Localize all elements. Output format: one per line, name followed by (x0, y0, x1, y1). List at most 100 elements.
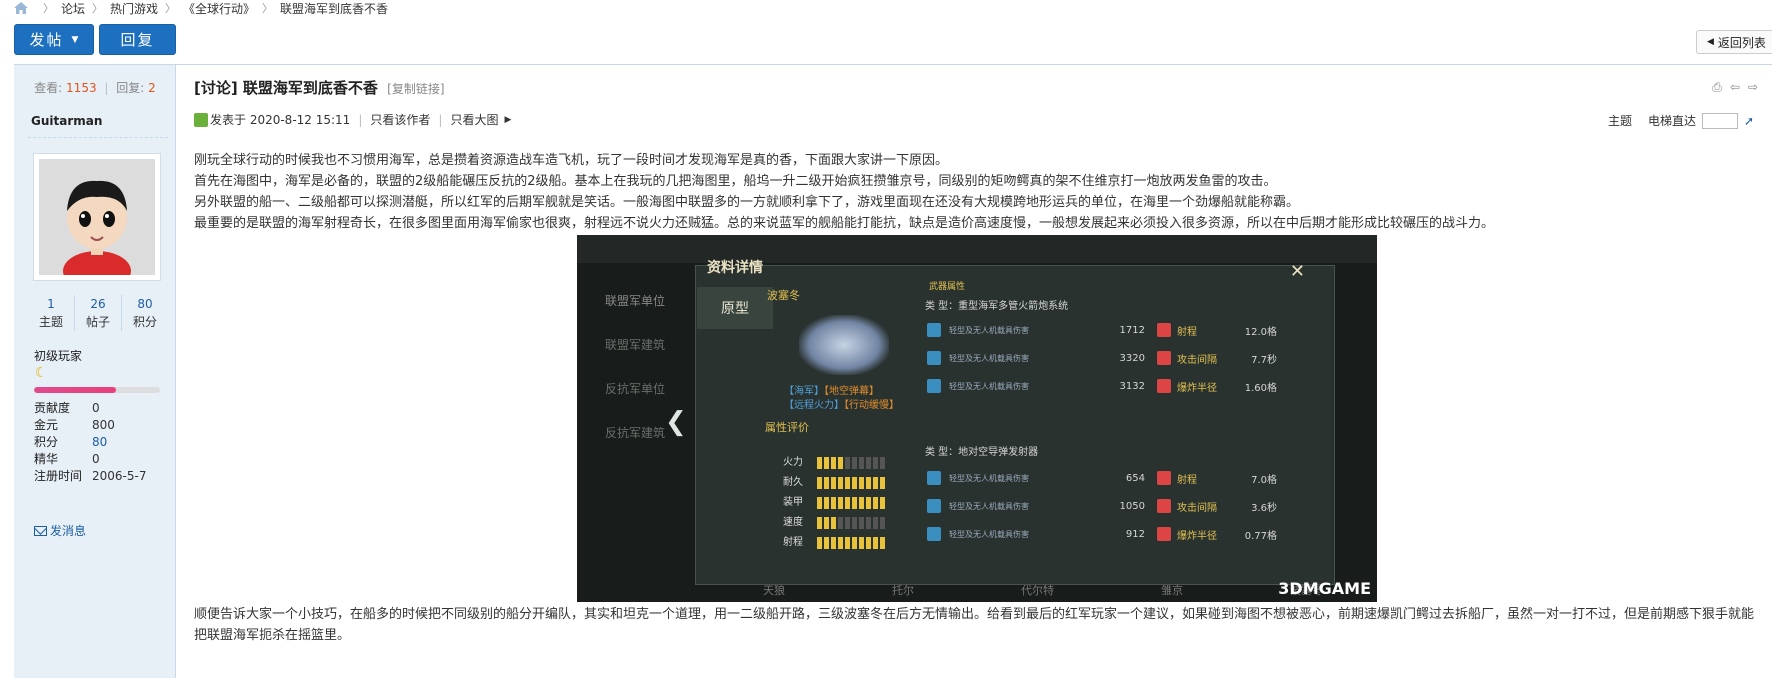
bar-segment (824, 477, 829, 489)
avatar[interactable] (33, 153, 161, 281)
copy-link[interactable]: [复制链接] (387, 82, 444, 96)
triangle-left-icon: ◀ (1707, 37, 1714, 47)
divider: | (358, 112, 363, 127)
bar-segment (817, 457, 822, 469)
elevator-label: 电梯直达 (1647, 114, 1696, 128)
damage-label: 轻型及无人机载具伤害 (949, 325, 1029, 335)
bar-segment (873, 537, 878, 549)
bar-segment (866, 457, 871, 469)
bar-segment (866, 537, 871, 549)
shield-icon (927, 527, 941, 541)
unit-tab: 代尔特 (1021, 584, 1054, 597)
stat-points[interactable]: 80 积分 (122, 295, 168, 331)
bar-segment (845, 537, 850, 549)
damage-value: 654 (1125, 472, 1145, 484)
chevron-right-icon: 〉 (43, 2, 54, 15)
unit-tabs: 天狼 托尔 代尔特 雏京 波塞冬 (763, 582, 1323, 598)
stat-label: 积分 (132, 315, 157, 329)
stat-value: 80 (137, 297, 153, 311)
stat-value: 3.6秒 (1251, 502, 1277, 514)
print-icon[interactable]: ⎙ (1712, 80, 1722, 95)
info-key: 金元 (34, 418, 59, 432)
breadcrumb-game[interactable]: 《全球行动》 (183, 0, 255, 17)
chevron-right-icon: 〉 (92, 2, 104, 15)
weapon-stat-row: 轻型及无人机载具伤害 654 射程 7.0格 (927, 467, 1277, 489)
breadcrumb-hot-games[interactable]: 热门游戏 (110, 0, 158, 17)
post-title-row: [讨论] 联盟海军到底香不香 [复制链接] (194, 77, 445, 98)
post-actions: ⎙ ⇦ ⇨ (1712, 80, 1758, 95)
weapon-stat-row: 轻型及无人机载具伤害 3132 爆炸半径 1.60格 (927, 375, 1277, 397)
send-message-link[interactable]: 发消息 (34, 522, 86, 539)
bar-segment (880, 537, 885, 549)
bar-segment (831, 477, 836, 489)
post-date: 发表于 2020-8-12 15:11 (210, 113, 351, 127)
bar-segment (831, 457, 836, 469)
attribute-name: 速度 (783, 517, 803, 528)
views-count: 1153 (66, 81, 97, 95)
shield-icon (927, 471, 941, 485)
screenshot-nav: 联盟军单位 联盟军建筑 反抗军单位 反抗军建筑 (605, 279, 665, 455)
stat-icon (1157, 499, 1171, 513)
bar-segment (873, 517, 878, 529)
info-key: 积分 (34, 435, 59, 449)
weapon-stat-row: 轻型及无人机载具伤害 1712 射程 12.0格 (927, 319, 1277, 341)
damage-label: 轻型及无人机载具伤害 (949, 353, 1029, 363)
info-row: 注册时间 2006-5-7 (34, 468, 146, 485)
info-row: 积分 80 (34, 434, 146, 451)
bar-segment (880, 497, 885, 509)
bar-segment (859, 457, 864, 469)
author-sidebar: 查看: 1153 | 回复: 2 Guitarman 1 主题 26 帖子 80… (14, 65, 176, 678)
bar-segment (859, 517, 864, 529)
post-paragraph: 首先在海图中，海军是必备的，联盟的2级船能碾压反抗的2级船。基本上在我玩的几把海… (194, 174, 1277, 189)
post-paragraph: 最重要的是联盟的海军射程奇长，在很多图里面用海军偷家也很爽，射程远不说火力还贼猛… (194, 216, 1495, 231)
bar-segment (838, 537, 843, 549)
bar-segment (845, 517, 850, 529)
prev-thread-icon[interactable]: ⇦ (1730, 80, 1740, 95)
next-thread-icon[interactable]: ⇨ (1748, 80, 1758, 95)
reply-button-label: 回复 (120, 31, 155, 49)
weapon-section-header: 武器属性 (929, 282, 966, 292)
bar-segment (880, 517, 885, 529)
only-images-link[interactable]: 只看大图 (450, 111, 498, 128)
breadcrumb-current: 联盟海军到底香不香 (280, 1, 389, 16)
nav-item: 联盟军单位 (605, 294, 666, 308)
back-to-list-label: 返回列表 (1717, 35, 1766, 50)
game-screenshot[interactable]: 联盟军单位 联盟军建筑 反抗军单位 反抗军建筑 资料详情 ✕ ❮ 原型 波塞冬 … (577, 235, 1377, 602)
stat-posts[interactable]: 26 帖子 (75, 295, 122, 331)
replies-count: 2 (148, 81, 156, 95)
chevron-left-icon: ❮ (665, 407, 687, 437)
post-button[interactable]: 发帖 ▼ (14, 24, 94, 55)
bar-segment (866, 497, 871, 509)
stat-threads[interactable]: 1 主题 (28, 295, 75, 331)
back-to-list-button[interactable]: ◀ 返回列表 (1696, 30, 1772, 54)
chevron-right-icon: 〉 (262, 2, 274, 15)
author-name[interactable]: Guitarman (31, 114, 102, 128)
info-value: 0 (92, 401, 100, 415)
bar-segment (852, 537, 857, 549)
bar-segment (845, 457, 850, 469)
bar-segment (831, 517, 836, 529)
envelope-icon (34, 525, 47, 536)
attribute-list: 火力 耐久 装甲 速度 射程 (783, 453, 885, 553)
breadcrumb-forum[interactable]: 论坛 (61, 0, 85, 17)
attribute-row: 火力 (783, 453, 885, 473)
stat-label: 射程 (1177, 474, 1197, 486)
bar-segment (845, 497, 850, 509)
attribute-name: 火力 (783, 457, 803, 468)
home-icon[interactable] (14, 2, 28, 14)
stat-value: 7.7秒 (1251, 354, 1277, 366)
reply-button[interactable]: 回复 (99, 24, 176, 55)
bar-segment (866, 517, 871, 529)
go-arrow-icon[interactable]: ➚ (1744, 114, 1758, 128)
info-value[interactable]: 80 (92, 434, 107, 451)
stat-label: 射程 (1177, 326, 1197, 338)
post-body: 刚玩全球行动的时候我也不习惯用海军，总是攒着资源造战车造飞机，玩了一段时间才发现… (194, 150, 1764, 234)
floor-input[interactable] (1702, 112, 1738, 129)
bar-segment (845, 477, 850, 489)
only-author-link[interactable]: 只看该作者 (370, 111, 430, 128)
bar-segment (880, 477, 885, 489)
weapon-stat-row: 轻型及无人机载具伤害 3320 攻击间隔 7.7秒 (927, 347, 1277, 369)
bar-segment (866, 477, 871, 489)
post-body-continued: 顺便告诉大家一个小技巧，在船多的时候把不同级别的船分开编队，其实和坦克一个道理，… (194, 604, 1764, 646)
bar-segment (859, 497, 864, 509)
